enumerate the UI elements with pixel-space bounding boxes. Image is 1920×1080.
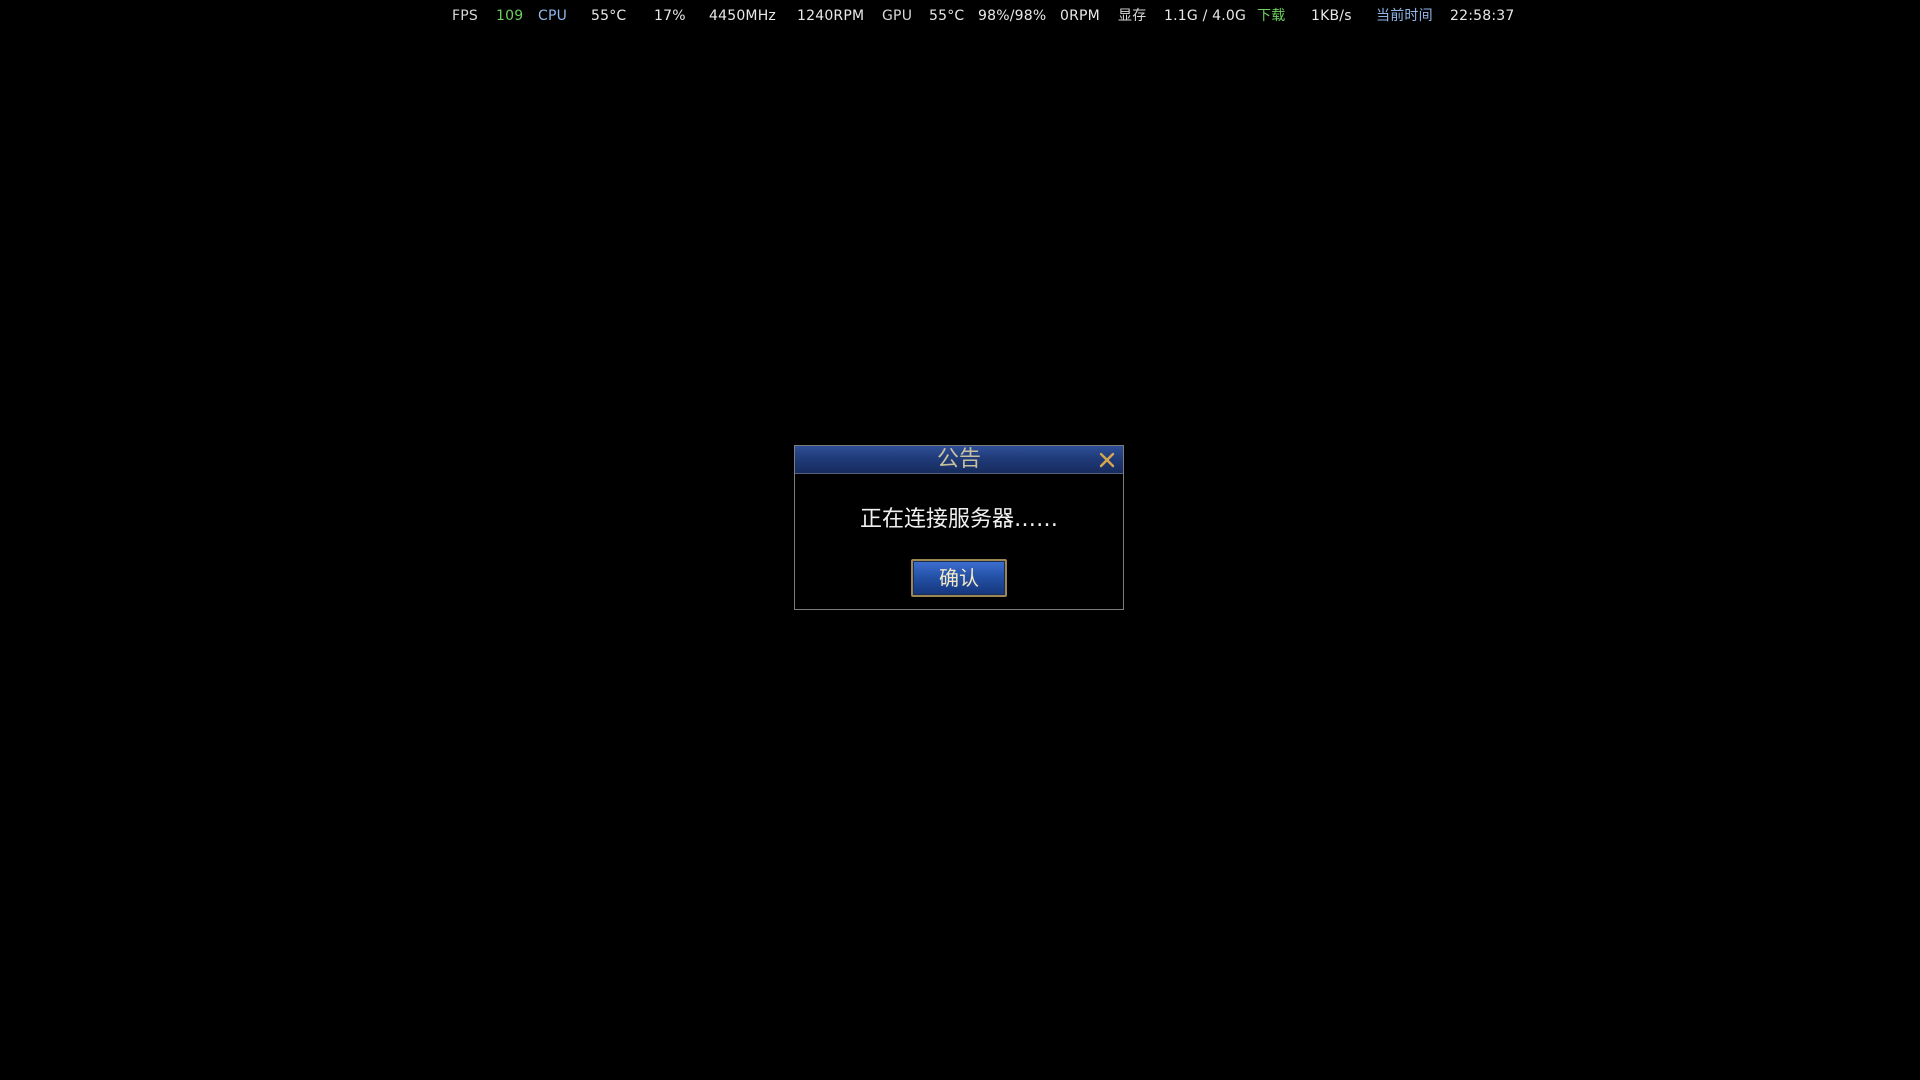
- cpu-fan-speed: 1240RPM: [797, 8, 865, 24]
- dialog-title: 公告: [936, 447, 981, 472]
- performance-overlay: FPS 109 CPU 55°C 17% 4450MHz 1240RPM GPU…: [0, 6, 1920, 26]
- confirm-button[interactable]: 确认: [911, 559, 1007, 597]
- cpu-label: CPU: [538, 8, 568, 24]
- gpu-usage: 98%/98%: [978, 8, 1047, 24]
- game-screen: FPS 109 CPU 55°C 17% 4450MHz 1240RPM GPU…: [0, 0, 1920, 1080]
- close-button[interactable]: [1097, 450, 1117, 470]
- cpu-usage: 17%: [654, 8, 686, 24]
- notice-dialog: 公告 正在连接服务器…… 确认: [794, 445, 1124, 610]
- time-label: 当前时间: [1376, 8, 1433, 24]
- vram-label: 显存: [1118, 8, 1147, 24]
- download-label: 下载: [1257, 8, 1286, 24]
- gpu-label: GPU: [882, 8, 913, 24]
- cpu-temperature: 55°C: [591, 8, 627, 24]
- download-speed: 1KB/s: [1311, 8, 1352, 24]
- vram-value: 1.1G / 4.0G: [1164, 8, 1247, 24]
- fps-label: FPS: [452, 8, 478, 24]
- current-time: 22:58:37: [1450, 8, 1515, 24]
- dialog-header: 公告: [795, 446, 1123, 474]
- connection-message: 正在连接服务器……: [859, 507, 1058, 532]
- fps-value: 109: [496, 8, 524, 24]
- cpu-clock: 4450MHz: [709, 8, 776, 24]
- close-icon: [1099, 452, 1115, 468]
- gpu-temperature: 55°C: [929, 8, 965, 24]
- gpu-fan-speed: 0RPM: [1060, 8, 1100, 24]
